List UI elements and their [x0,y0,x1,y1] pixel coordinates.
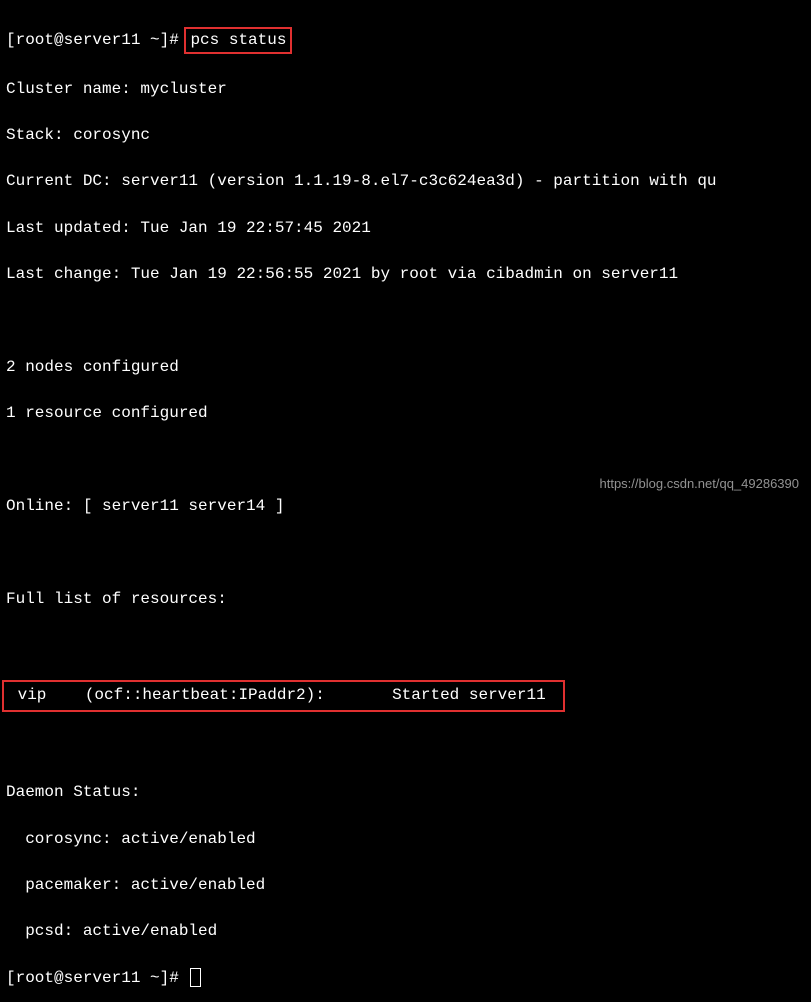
resource-line-wrapper: vip (ocf::heartbeat:IPaddr2): Started se… [6,680,805,711]
blank-line [6,634,805,657]
blank-line [6,541,805,564]
shell-prompt: [root@server11 ~]# [6,969,188,987]
daemon-pcsd-line: pcsd: active/enabled [6,920,805,943]
resource-highlight: vip (ocf::heartbeat:IPaddr2): Started se… [2,680,565,711]
shell-prompt: [root@server11 ~]# [6,31,188,49]
nodes-configured-line: 2 nodes configured [6,356,805,379]
daemon-pacemaker-line: pacemaker: active/enabled [6,874,805,897]
current-dc-line: Current DC: server11 (version 1.1.19-8.e… [6,170,805,193]
full-list-header-line: Full list of resources: [6,588,805,611]
blank-line [6,735,805,758]
prompt-line-1: [root@server11 ~]# pcs status [6,27,805,54]
blank-line [6,449,805,472]
last-change-line: Last change: Tue Jan 19 22:56:55 2021 by… [6,263,805,286]
daemon-header-line: Daemon Status: [6,781,805,804]
cursor-icon[interactable] [190,968,201,987]
last-updated-line: Last updated: Tue Jan 19 22:57:45 2021 [6,217,805,240]
blank-line [6,309,805,332]
daemon-corosync-line: corosync: active/enabled [6,828,805,851]
command-text: pcs status [190,31,286,49]
command-highlight: pcs status [184,27,292,54]
resource-text: vip (ocf::heartbeat:IPaddr2): Started se… [8,686,555,704]
online-line: Online: [ server11 server14 ] [6,495,805,518]
prompt-line-2: [root@server11 ~]# [6,967,805,990]
stack-line: Stack: corosync [6,124,805,147]
cluster-name-line: Cluster name: mycluster [6,78,805,101]
resources-configured-line: 1 resource configured [6,402,805,425]
terminal-output[interactable]: [root@server11 ~]# pcs status Cluster na… [0,0,811,1002]
watermark-text: https://blog.csdn.net/qq_49286390 [600,476,800,491]
